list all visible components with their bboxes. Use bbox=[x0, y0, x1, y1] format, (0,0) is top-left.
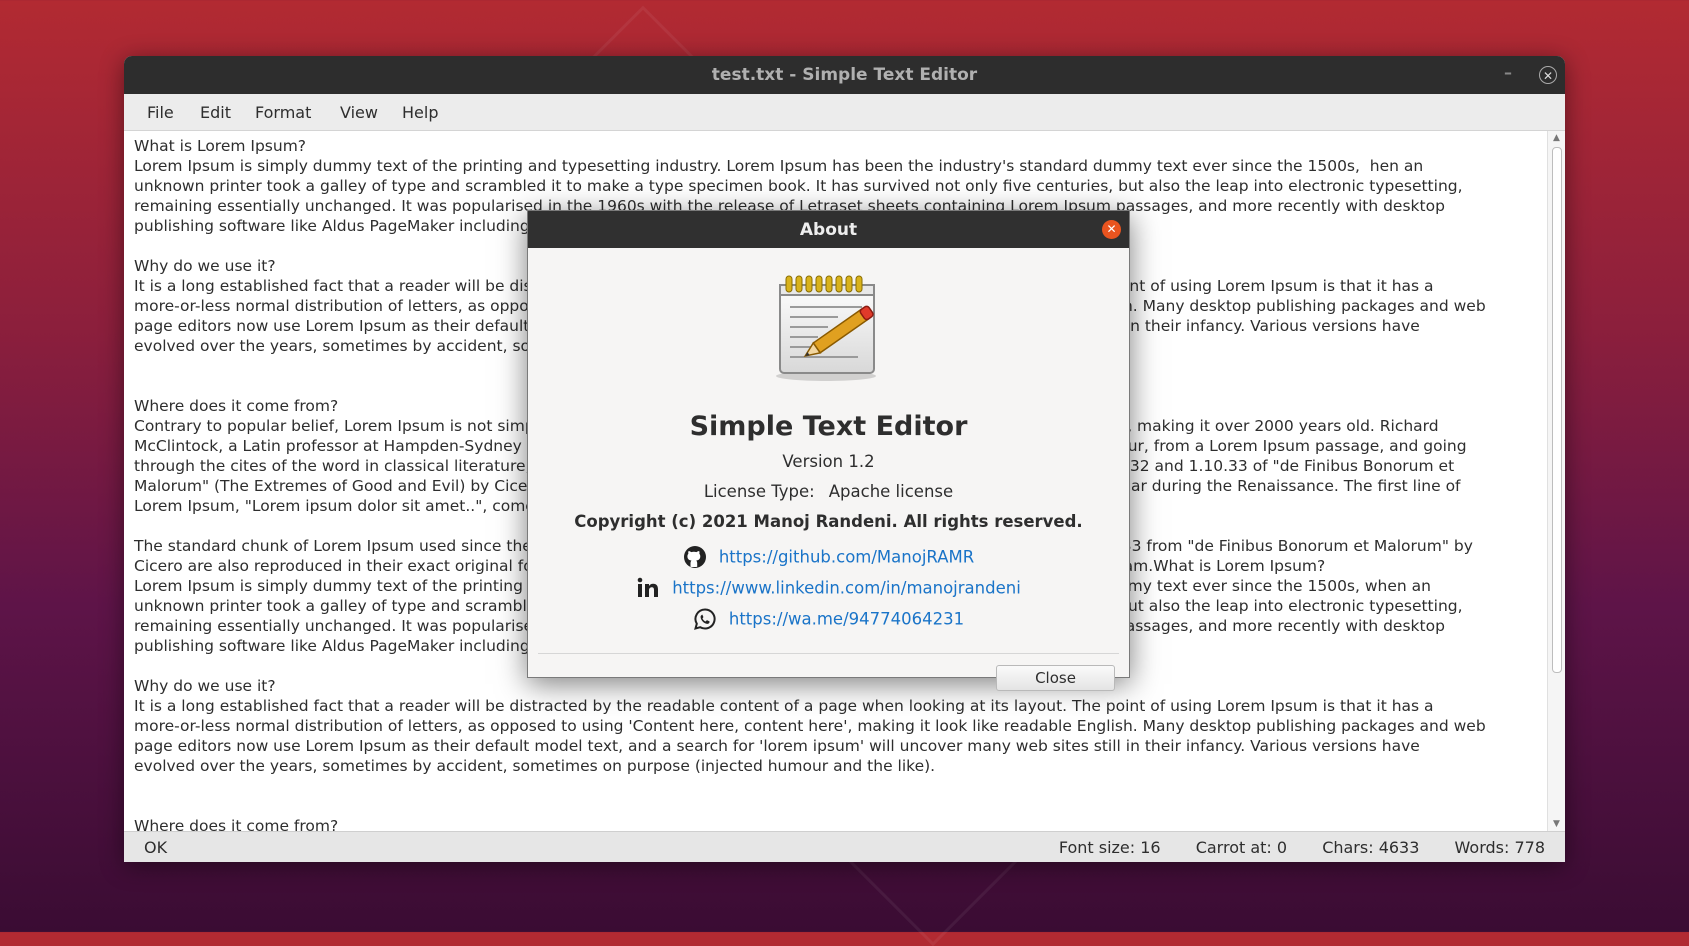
whatsapp-icon bbox=[693, 607, 717, 631]
menu-format[interactable]: Format bbox=[255, 103, 311, 122]
menu-bar: File Edit Format View Help bbox=[124, 94, 1565, 131]
license-info: License Type: Apache license bbox=[528, 482, 1129, 501]
close-button[interactable]: Close bbox=[996, 665, 1115, 691]
status-font-size: Font size: 16 bbox=[1058, 838, 1161, 857]
window-close-button[interactable]: ✕ bbox=[1539, 66, 1557, 84]
status-bar: OK Font size: 16 Carrot at: 0 Chars: 463… bbox=[124, 831, 1565, 862]
license-label: License Type: bbox=[703, 482, 815, 501]
about-dialog: About ✕ Simple Text Editor Version 1.2 L… bbox=[527, 210, 1130, 691]
linkedin-icon bbox=[636, 576, 660, 600]
minimize-button[interactable]: – bbox=[1497, 62, 1519, 84]
dialog-title: About bbox=[799, 220, 858, 240]
app-name: Simple Text Editor bbox=[689, 411, 968, 442]
status-word-count: Words: 778 bbox=[1454, 838, 1545, 857]
scroll-down-arrow-icon[interactable]: ▼ bbox=[1548, 817, 1565, 831]
github-icon bbox=[683, 545, 707, 569]
menu-view[interactable]: View bbox=[340, 103, 378, 122]
dialog-close-icon[interactable]: ✕ bbox=[1102, 220, 1121, 239]
status-char-count: Chars: 4633 bbox=[1322, 838, 1420, 857]
scrollbar-thumb[interactable] bbox=[1552, 147, 1562, 673]
dialog-separator bbox=[538, 653, 1119, 654]
window-title: test.txt - Simple Text Editor bbox=[711, 65, 978, 85]
menu-help[interactable]: Help bbox=[402, 103, 438, 122]
window-titlebar[interactable]: test.txt - Simple Text Editor – ✕ bbox=[124, 56, 1565, 94]
linkedin-link[interactable]: https://www.linkedin.com/in/manojrandeni bbox=[672, 579, 1021, 598]
linkedin-link-row: https://www.linkedin.com/in/manojrandeni bbox=[528, 576, 1129, 602]
notepad-pencil-icon bbox=[768, 273, 888, 387]
dialog-titlebar[interactable]: About ✕ bbox=[528, 211, 1129, 248]
whatsapp-link[interactable]: https://wa.me/94774064231 bbox=[729, 610, 964, 629]
copyright-notice: Copyright (c) 2021 Manoj Randeni. All ri… bbox=[574, 512, 1083, 531]
vertical-scrollbar[interactable]: ▲ ▼ bbox=[1547, 131, 1565, 831]
menu-edit[interactable]: Edit bbox=[200, 103, 231, 122]
github-link-row: https://github.com/ManojRAMR bbox=[528, 545, 1129, 571]
whatsapp-link-row: https://wa.me/94774064231 bbox=[528, 607, 1129, 633]
status-caret-position: Carrot at: 0 bbox=[1195, 838, 1288, 857]
status-message: OK bbox=[144, 838, 168, 857]
scroll-up-arrow-icon[interactable]: ▲ bbox=[1548, 131, 1565, 145]
license-value: Apache license bbox=[828, 482, 954, 501]
github-link[interactable]: https://github.com/ManojRAMR bbox=[719, 548, 974, 567]
app-version: Version 1.2 bbox=[782, 452, 875, 471]
menu-file[interactable]: File bbox=[147, 103, 174, 122]
